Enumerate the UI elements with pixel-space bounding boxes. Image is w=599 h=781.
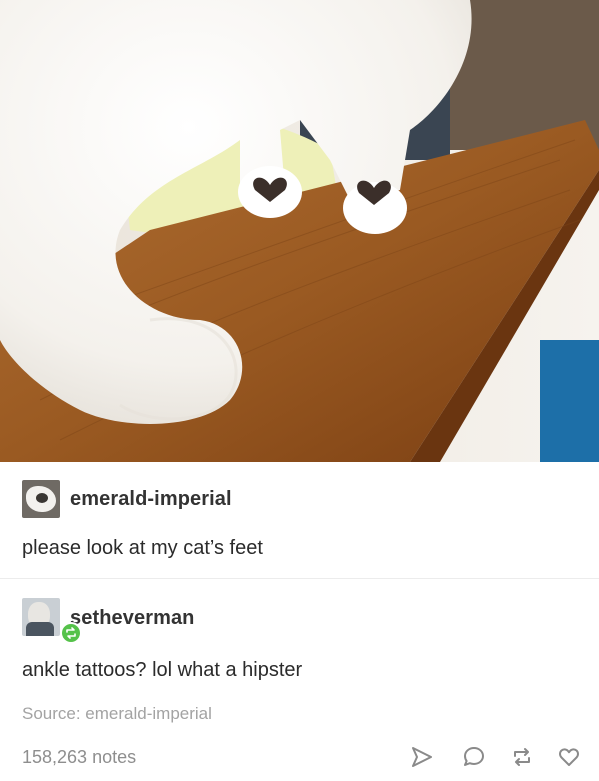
post-text: please look at my cat’s feet xyxy=(22,537,263,559)
entry-header: setheverman xyxy=(22,598,195,644)
post-entry-reblog: setheverman ankle tattoos? lol what a hi… xyxy=(0,578,599,728)
post-entry-original: emerald-imperial please look at my cat’s… xyxy=(0,462,599,579)
avatar-wrapper xyxy=(22,598,82,644)
share-icon[interactable] xyxy=(409,744,435,770)
username-link[interactable]: setheverman xyxy=(70,607,195,630)
post-text: ankle tattoos? lol what a hipster xyxy=(22,659,303,681)
post-footer: 158,263 notes xyxy=(0,728,599,781)
tumblr-post: emerald-imperial please look at my cat’s… xyxy=(0,0,599,781)
user-avatar[interactable] xyxy=(22,598,60,636)
reblog-icon[interactable] xyxy=(509,744,535,770)
entry-header: emerald-imperial xyxy=(22,480,232,518)
reply-icon[interactable] xyxy=(461,744,487,770)
cat-photo xyxy=(0,0,599,462)
username-link[interactable]: emerald-imperial xyxy=(70,488,232,511)
user-avatar[interactable] xyxy=(22,480,60,518)
notes-count[interactable]: 158,263 notes xyxy=(22,747,136,768)
reblog-badge-icon xyxy=(60,622,82,644)
source-link[interactable]: Source: emerald-imperial xyxy=(22,704,212,724)
like-icon[interactable] xyxy=(556,744,582,770)
